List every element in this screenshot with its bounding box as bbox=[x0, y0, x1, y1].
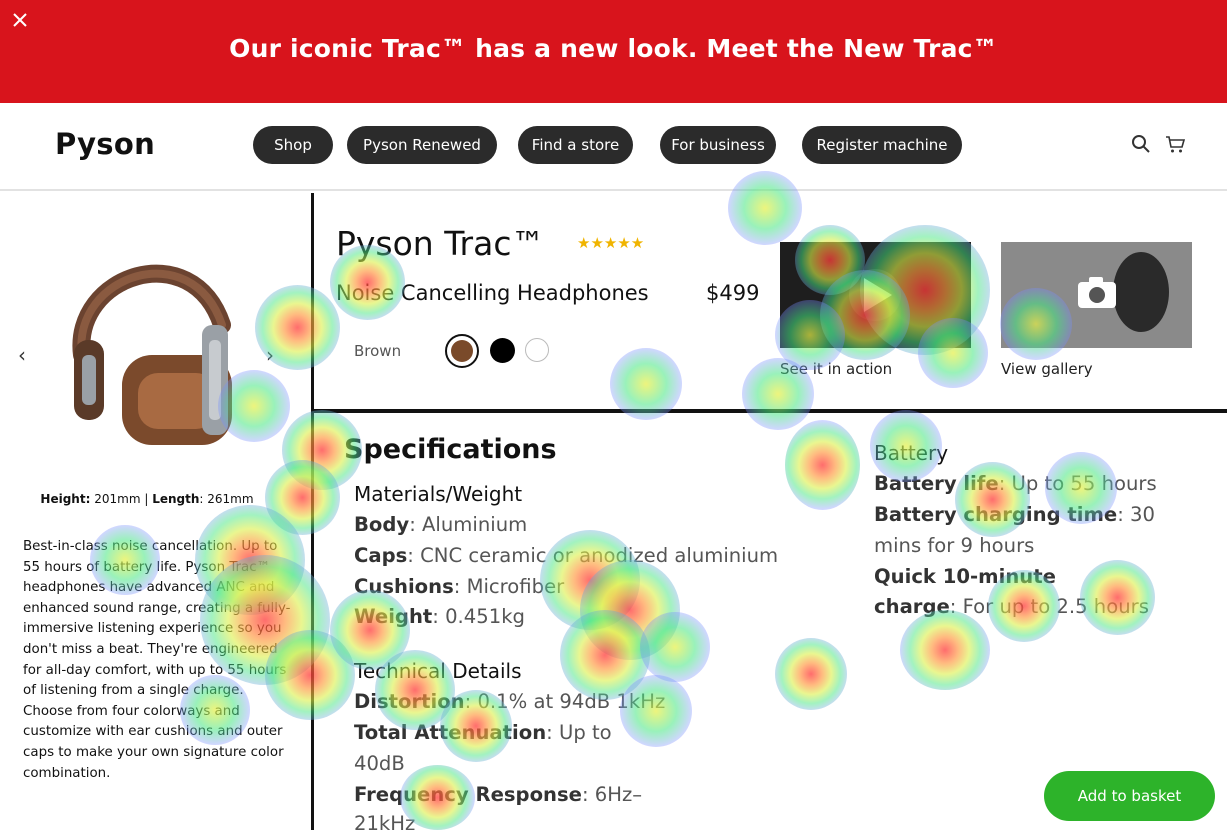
technical-heading: Technical Details bbox=[354, 659, 522, 683]
nav-for-business[interactable]: For business bbox=[660, 126, 776, 164]
spec-cushions: Cushions: Microfiber bbox=[354, 575, 565, 598]
heat-spot bbox=[640, 612, 710, 682]
spec-battery-life: Battery life: Up to 55 hours bbox=[874, 472, 1157, 495]
spec-frequency-cont: 21kHz bbox=[354, 812, 416, 830]
video-caption[interactable]: See it in action bbox=[780, 360, 892, 378]
product-image bbox=[72, 264, 232, 445]
heat-spot bbox=[580, 560, 680, 660]
battery-heading: Battery bbox=[874, 441, 949, 465]
spec-charging-time: Battery charging time: 30 bbox=[874, 503, 1155, 526]
nav-find-a-store[interactable]: Find a store bbox=[518, 126, 633, 164]
swatch-black[interactable] bbox=[490, 338, 515, 363]
promo-text[interactable]: Our iconic Trac™ has a new look. Meet th… bbox=[0, 34, 1227, 63]
play-icon bbox=[780, 242, 971, 348]
nav-pyson-renewed[interactable]: Pyson Renewed bbox=[347, 126, 497, 164]
heat-spot bbox=[775, 638, 847, 710]
gallery-thumbnail[interactable] bbox=[1001, 242, 1192, 348]
heat-spot bbox=[785, 420, 860, 510]
promo-banner: Our iconic Trac™ has a new look. Meet th… bbox=[0, 0, 1227, 103]
spec-body: Body: Aluminium bbox=[354, 513, 528, 536]
add-to-basket-button[interactable]: Add to basket bbox=[1044, 771, 1215, 821]
dims-separator: | bbox=[144, 492, 149, 506]
product-gallery: ‹ › Height: 201mm | Length: 261mm Best-i… bbox=[0, 193, 312, 830]
gallery-caption[interactable]: View gallery bbox=[1001, 360, 1093, 378]
cart-icon[interactable] bbox=[1164, 133, 1186, 155]
camera-icon bbox=[1001, 242, 1192, 348]
site-header: Pyson Shop Pyson Renewed Find a store Fo… bbox=[0, 103, 1227, 191]
close-icon[interactable] bbox=[10, 10, 30, 30]
spec-quick-charge-cont: charge: For up to 2.5 hours bbox=[874, 595, 1149, 618]
swatch-brown[interactable] bbox=[445, 334, 479, 368]
spec-charging-time-cont: mins for 9 hours bbox=[874, 534, 1035, 557]
spec-weight: Weight: 0.451kg bbox=[354, 605, 525, 628]
horizontal-divider bbox=[313, 409, 1227, 413]
dimensions: Height: 201mm | Length: 261mm bbox=[0, 492, 294, 506]
spec-quick-charge: Quick 10-minute bbox=[874, 565, 1056, 588]
chevron-right-icon[interactable]: › bbox=[266, 343, 274, 367]
dims-height-label: Height: bbox=[40, 492, 91, 506]
product-price: $499 bbox=[706, 281, 760, 305]
video-thumbnail[interactable] bbox=[780, 242, 971, 348]
spec-attenuation: Total Attenuation: Up to bbox=[354, 721, 612, 744]
logo[interactable]: Pyson bbox=[55, 127, 155, 161]
product-subtitle: Noise Cancelling Headphones bbox=[336, 281, 649, 305]
swatch-white[interactable] bbox=[525, 338, 549, 362]
spec-distortion: Distortion: 0.1% at 94dB 1kHz bbox=[354, 690, 666, 713]
dims-length-value: : 261mm bbox=[199, 492, 254, 506]
dims-height-value: 201mm bbox=[94, 492, 141, 506]
specifications-heading: Specifications bbox=[344, 434, 557, 465]
heat-spot bbox=[900, 610, 990, 690]
materials-heading: Materials/Weight bbox=[354, 482, 523, 506]
dims-length-label: Length bbox=[152, 492, 200, 506]
spec-attenuation-cont: 40dB bbox=[354, 752, 405, 775]
search-icon[interactable] bbox=[1130, 133, 1152, 155]
spec-frequency: Frequency Response: 6Hz– bbox=[354, 783, 643, 806]
rating-stars[interactable]: ★★★★★ bbox=[577, 234, 644, 252]
vertical-divider bbox=[311, 193, 314, 830]
product-description: Best-in-class noise cancellation. Up to … bbox=[23, 539, 291, 781]
chevron-left-icon[interactable]: ‹ bbox=[18, 343, 26, 367]
color-label: Brown bbox=[354, 342, 402, 360]
heat-spot bbox=[330, 590, 410, 670]
spec-caps: Caps: CNC ceramic or anodized aluminium bbox=[354, 544, 779, 567]
nav-register-machine[interactable]: Register machine bbox=[802, 126, 962, 164]
nav-shop[interactable]: Shop bbox=[253, 126, 333, 164]
heat-spot bbox=[560, 610, 650, 700]
product-title: Pyson Trac™ bbox=[336, 224, 545, 263]
